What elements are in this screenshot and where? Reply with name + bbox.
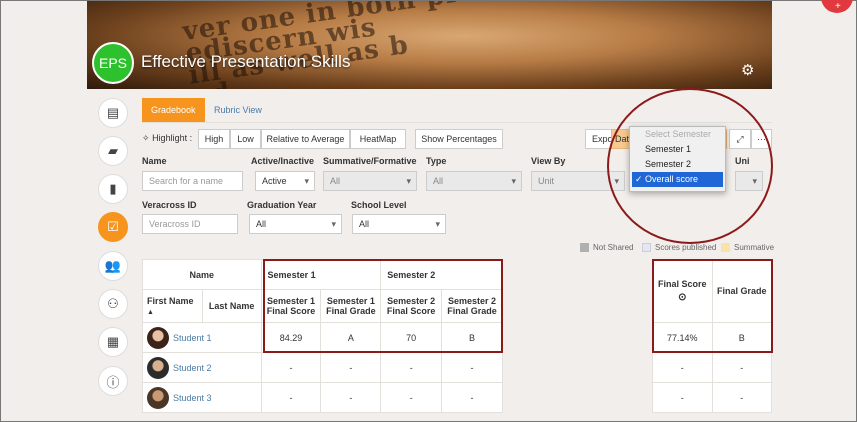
gradebook-icon[interactable]: ☑ [98,212,128,242]
semester2-header: Semester 2 [380,259,503,290]
avatar [147,386,169,409]
cell[interactable]: A [320,322,382,353]
notification-button[interactable]: + [821,0,853,13]
info-icon[interactable]: ⓘ [98,366,128,396]
cell[interactable]: - [380,382,443,413]
final-score-header[interactable]: Final Score ⊙ [652,259,713,323]
highlight-heatmap-button[interactable]: HeatMap [350,129,406,149]
sort-icon[interactable]: ▲ [147,309,154,316]
s1-score-header: Semester 1 Final Score [260,289,322,323]
chat-icon[interactable]: ▤ [98,98,128,128]
dropdown-option-semester2[interactable]: Semester 2 [630,157,725,172]
cell[interactable]: - [711,382,773,413]
table-row: Student 1 84.29 A 70 B [142,322,503,353]
wand-icon: ✧ [142,133,150,143]
first-name-header[interactable]: First Name ▲ [142,289,203,323]
dropdown-option-placeholder: Select Semester [645,129,712,139]
highlight-relative-button[interactable]: Relative to Average [261,129,350,149]
tab-rubric-view[interactable]: Rubric View [205,98,271,122]
filter-summative-label: Summative/Formative [323,156,417,166]
table-row: 77.14% B [652,322,773,353]
filter-type-label: Type [426,156,447,166]
cell[interactable]: - [260,352,322,383]
expand-icon[interactable]: ⤢ [729,129,751,149]
cell[interactable]: B [711,322,773,353]
tab-divider [142,122,772,123]
tab-gradebook[interactable]: Gradebook [142,98,205,122]
schoollevel-select[interactable]: All [352,214,446,234]
unit-select[interactable] [735,171,763,191]
filter-name-label: Name [142,156,167,166]
highlight-low-button[interactable]: Low [230,129,261,149]
student-link[interactable]: Student 2 [143,356,261,379]
group-icon[interactable]: ⚇ [98,289,128,319]
plus-icon: + [835,1,841,12]
active-select[interactable]: Active [255,171,315,191]
cell[interactable]: - [711,352,773,383]
more-icon[interactable]: ··· [751,129,772,149]
filter-unit-label: Uni [735,156,750,166]
filter-active-label: Active/Inactive [251,156,315,166]
semester-dropdown[interactable]: Select Semester Semester 1 Semester 2 ✓ … [629,126,726,192]
viewby-select[interactable]: Unit [531,171,625,191]
sort-circle-icon[interactable]: ⊙ [653,292,712,303]
cell[interactable]: - [652,352,713,383]
student-link[interactable]: Student 3 [143,386,261,409]
filter-gradyear-label: Graduation Year [247,200,317,210]
cell[interactable]: - [380,352,443,383]
cell[interactable]: 70 [380,322,443,353]
course-title: Effective Presentation Skills [141,52,351,71]
cell[interactable]: - [441,352,503,383]
gradyear-select[interactable]: All [249,214,342,234]
name-header: Name [142,259,262,290]
highlight-high-button[interactable]: High [198,129,230,149]
bar-chart-icon[interactable]: ▮ [98,174,128,204]
filter-viewby-label: View By [531,156,566,166]
dropdown-option-overall[interactable]: ✓ Overall score [632,172,723,187]
veracross-input[interactable]: Veracross ID [142,214,238,234]
table-row: - - [652,382,773,413]
cell[interactable]: - [320,352,382,383]
show-percentages-button[interactable]: Show Percentages [415,129,503,149]
semester1-header: Semester 1 [260,259,382,290]
type-select[interactable]: All [426,171,522,191]
cell[interactable]: - [320,382,382,413]
course-banner: ver one in both prose ediscern wis ill a… [87,1,772,89]
avatar [147,326,169,349]
name-search-input[interactable]: Search for a name [142,171,243,191]
cell[interactable]: B [441,322,503,353]
cell[interactable]: - [441,382,503,413]
calendar-icon[interactable]: ▦ [98,327,128,357]
highlight-label: ✧ Highlight : [142,133,193,143]
banner-texture-text: ver one in both prose ediscern wis ill a… [180,1,513,89]
gear-icon[interactable]: ⚙ [741,61,754,79]
summative-select[interactable]: All [323,171,417,191]
filter-schoollevel-label: School Level [351,200,407,210]
s1-grade-header: Semester 1 Final Grade [320,289,382,323]
cell[interactable]: 84.29 [260,322,322,353]
table-row: - - [652,352,773,383]
folder-icon[interactable]: ▰ [98,136,128,166]
cell[interactable]: 77.14% [652,322,713,353]
last-name-header[interactable]: Last Name [201,289,262,323]
dropdown-option-semester1[interactable]: Semester 1 [630,142,725,157]
final-score-table: Final Score ⊙ Final Grade 77.14% B - - -… [652,259,773,413]
cell[interactable]: - [652,382,713,413]
legend-not-shared: Not Shared [580,243,633,252]
cell[interactable]: - [260,382,322,413]
student-link[interactable]: Student 1 [143,326,261,349]
s2-score-header: Semester 2 Final Score [380,289,443,323]
avatar [147,356,169,379]
s2-grade-header: Semester 2 Final Grade [441,289,503,323]
table-row: Student 3 - - - - [142,382,503,413]
legend-scores-published: Scores published [642,243,716,252]
course-logo: EPS [92,42,134,84]
people-icon[interactable]: 👥 [98,251,128,281]
gradebook-table: Name Semester 1 Semester 2 First Name ▲ … [142,259,503,413]
legend-summative: Summative [721,243,774,252]
filter-veracross-label: Veracross ID [142,200,197,210]
final-grade-header: Final Grade [711,259,773,323]
table-row: Student 2 - - - - [142,352,503,383]
